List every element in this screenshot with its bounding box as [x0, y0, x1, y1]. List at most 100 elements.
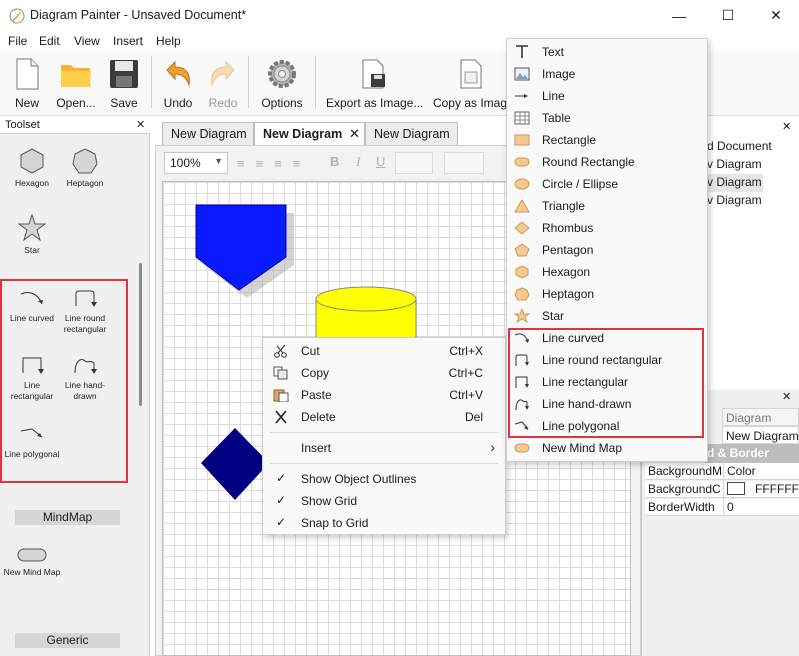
maximize-button[interactable]: ☐	[704, 0, 752, 31]
underline-button[interactable]: U	[376, 154, 385, 169]
tree-item-diagram[interactable]: v Diagram	[707, 157, 762, 171]
toolset-close-button[interactable]: ✕	[136, 118, 145, 131]
menu-edit[interactable]: Edit	[39, 34, 60, 48]
tab-new-diagram-1[interactable]: New Diagram	[162, 122, 254, 145]
rhombus-shape[interactable]	[201, 428, 269, 500]
toolset-line-polygonal[interactable]: Line polygonal	[2, 424, 62, 460]
insert-table[interactable]: Table	[507, 107, 707, 129]
export-image-icon	[362, 59, 385, 89]
redo-arrow-icon	[211, 60, 235, 87]
menu-file[interactable]: File	[8, 34, 27, 48]
insert-text[interactable]: Text	[507, 41, 707, 63]
cylinder-shape[interactable]	[315, 286, 417, 344]
insert-hexagon[interactable]: Hexagon	[507, 261, 707, 283]
toolset-section-mindmap[interactable]: MindMap	[15, 510, 120, 525]
toolset-line-round-rectangular[interactable]: Line round rectangular	[55, 288, 115, 335]
insert-rectangle[interactable]: Rectangle	[507, 129, 707, 151]
ellipse-icon	[514, 178, 530, 190]
context-paste[interactable]: Paste Ctrl+V	[263, 384, 505, 406]
bold-button[interactable]: B	[330, 154, 339, 169]
table-icon	[514, 111, 530, 125]
insert-pentagon[interactable]: Pentagon	[507, 239, 707, 261]
save-disk-icon	[110, 60, 138, 88]
context-copy[interactable]: Copy Ctrl+C	[263, 362, 505, 384]
menu-view[interactable]: View	[74, 34, 100, 48]
insert-line[interactable]: Line	[507, 85, 707, 107]
copy-icon	[273, 366, 288, 380]
color-swatch[interactable]	[727, 482, 745, 495]
line-round-rectangular-icon	[75, 290, 97, 307]
toolset-hexagon[interactable]: Hexagon	[2, 147, 62, 189]
star-icon	[18, 214, 46, 242]
insert-circle-ellipse[interactable]: Circle / Ellipse	[507, 173, 707, 195]
property-row[interactable]: BorderWidth 0	[645, 498, 799, 516]
toolset-line-rectangular[interactable]: Line rectangular	[2, 355, 62, 402]
toolset-line-curved[interactable]: Line curved	[2, 288, 62, 324]
property-row[interactable]: BackgroundM Color	[645, 462, 799, 480]
tree-item-diagram[interactable]: v Diagram	[707, 193, 762, 207]
options-button[interactable]: Options	[256, 54, 308, 112]
tree-item-document[interactable]: d Document	[707, 139, 772, 153]
redo-button[interactable]: Redo	[203, 54, 243, 112]
font-size-field[interactable]	[395, 152, 433, 174]
menu-help[interactable]: Help	[156, 34, 181, 48]
open-button[interactable]: Open...	[52, 54, 100, 112]
context-show-grid[interactable]: ✓ Show Grid	[263, 490, 505, 512]
line-hand-drawn-icon	[74, 359, 97, 374]
line-icon	[515, 94, 528, 98]
rectangle-icon	[514, 134, 530, 146]
window-title: Diagram Painter - Unsaved Document*	[30, 8, 247, 22]
tree-item-diagram-selected[interactable]: v Diagram	[707, 175, 762, 189]
tree-close-button[interactable]: ✕	[782, 120, 791, 133]
toolbar-separator	[315, 56, 316, 108]
menu-insert[interactable]: Insert	[113, 34, 143, 48]
check-icon: ✓	[276, 471, 287, 485]
properties-close-button[interactable]: ✕	[782, 390, 791, 403]
toolset-line-hand-drawn[interactable]: Line hand-drawn	[55, 355, 115, 402]
context-show-object-outlines[interactable]: ✓ Show Object Outlines	[263, 468, 505, 490]
context-snap-to-grid[interactable]: ✓ Snap to Grid	[263, 512, 505, 534]
close-window-button[interactable]: ✕	[752, 0, 799, 31]
toolset-heptagon[interactable]: Heptagon	[55, 147, 115, 189]
insert-new-mind-map[interactable]: New Mind Map	[507, 437, 707, 459]
heptagon-icon	[72, 148, 98, 174]
toolbar-separator	[248, 56, 249, 108]
insert-image[interactable]: Image	[507, 63, 707, 85]
undo-button[interactable]: Undo	[158, 54, 198, 112]
rhombus-icon	[514, 221, 530, 235]
save-button[interactable]: Save	[105, 54, 143, 112]
export-image-button[interactable]: Export as Image...	[326, 54, 423, 112]
line-polygonal-icon	[20, 428, 43, 438]
properties-header-value: Diagram	[722, 408, 799, 426]
toolset-new-mind-map[interactable]: New Mind Map	[2, 546, 62, 578]
insert-heptagon[interactable]: Heptagon	[507, 283, 707, 305]
properties-section-header[interactable]: d & Border	[705, 444, 799, 463]
app-logo-icon	[9, 8, 25, 24]
insert-rhombus[interactable]: Rhombus	[507, 217, 707, 239]
insert-star[interactable]: Star	[507, 305, 707, 327]
copy-image-button[interactable]: Copy as Imag	[432, 54, 508, 112]
context-delete[interactable]: Delete Del	[263, 406, 505, 428]
properties-name-value[interactable]: New Diagram	[722, 426, 799, 444]
align-buttons-group[interactable]: ≡≡≡≡	[237, 156, 311, 171]
new-button[interactable]: New	[6, 54, 48, 112]
insert-round-rectangle[interactable]: Round Rectangle	[507, 151, 707, 173]
context-insert[interactable]: Insert ›	[263, 437, 505, 459]
open-folder-icon	[61, 65, 91, 87]
minimize-button[interactable]: —	[655, 0, 703, 31]
tab-close-icon[interactable]: ✕	[349, 126, 360, 142]
paste-icon	[273, 389, 289, 402]
toolset-scrollbar[interactable]	[139, 263, 142, 406]
triangle-icon	[514, 199, 530, 213]
gear-icon	[268, 60, 296, 88]
zoom-select[interactable]: 100% ▼	[164, 152, 228, 174]
insert-triangle[interactable]: Triangle	[507, 195, 707, 217]
line-rectangular-icon	[22, 357, 44, 374]
context-cut[interactable]: Cut Ctrl+X	[263, 340, 505, 362]
italic-button[interactable]: I	[356, 154, 360, 170]
color-picker[interactable]	[444, 152, 484, 174]
property-row[interactable]: BackgroundC FFFFFF	[645, 480, 799, 498]
toolset-star[interactable]: Star	[2, 214, 62, 256]
toolset-section-generic[interactable]: Generic	[15, 633, 120, 648]
tab-new-diagram-3[interactable]: New Diagram	[365, 122, 458, 145]
